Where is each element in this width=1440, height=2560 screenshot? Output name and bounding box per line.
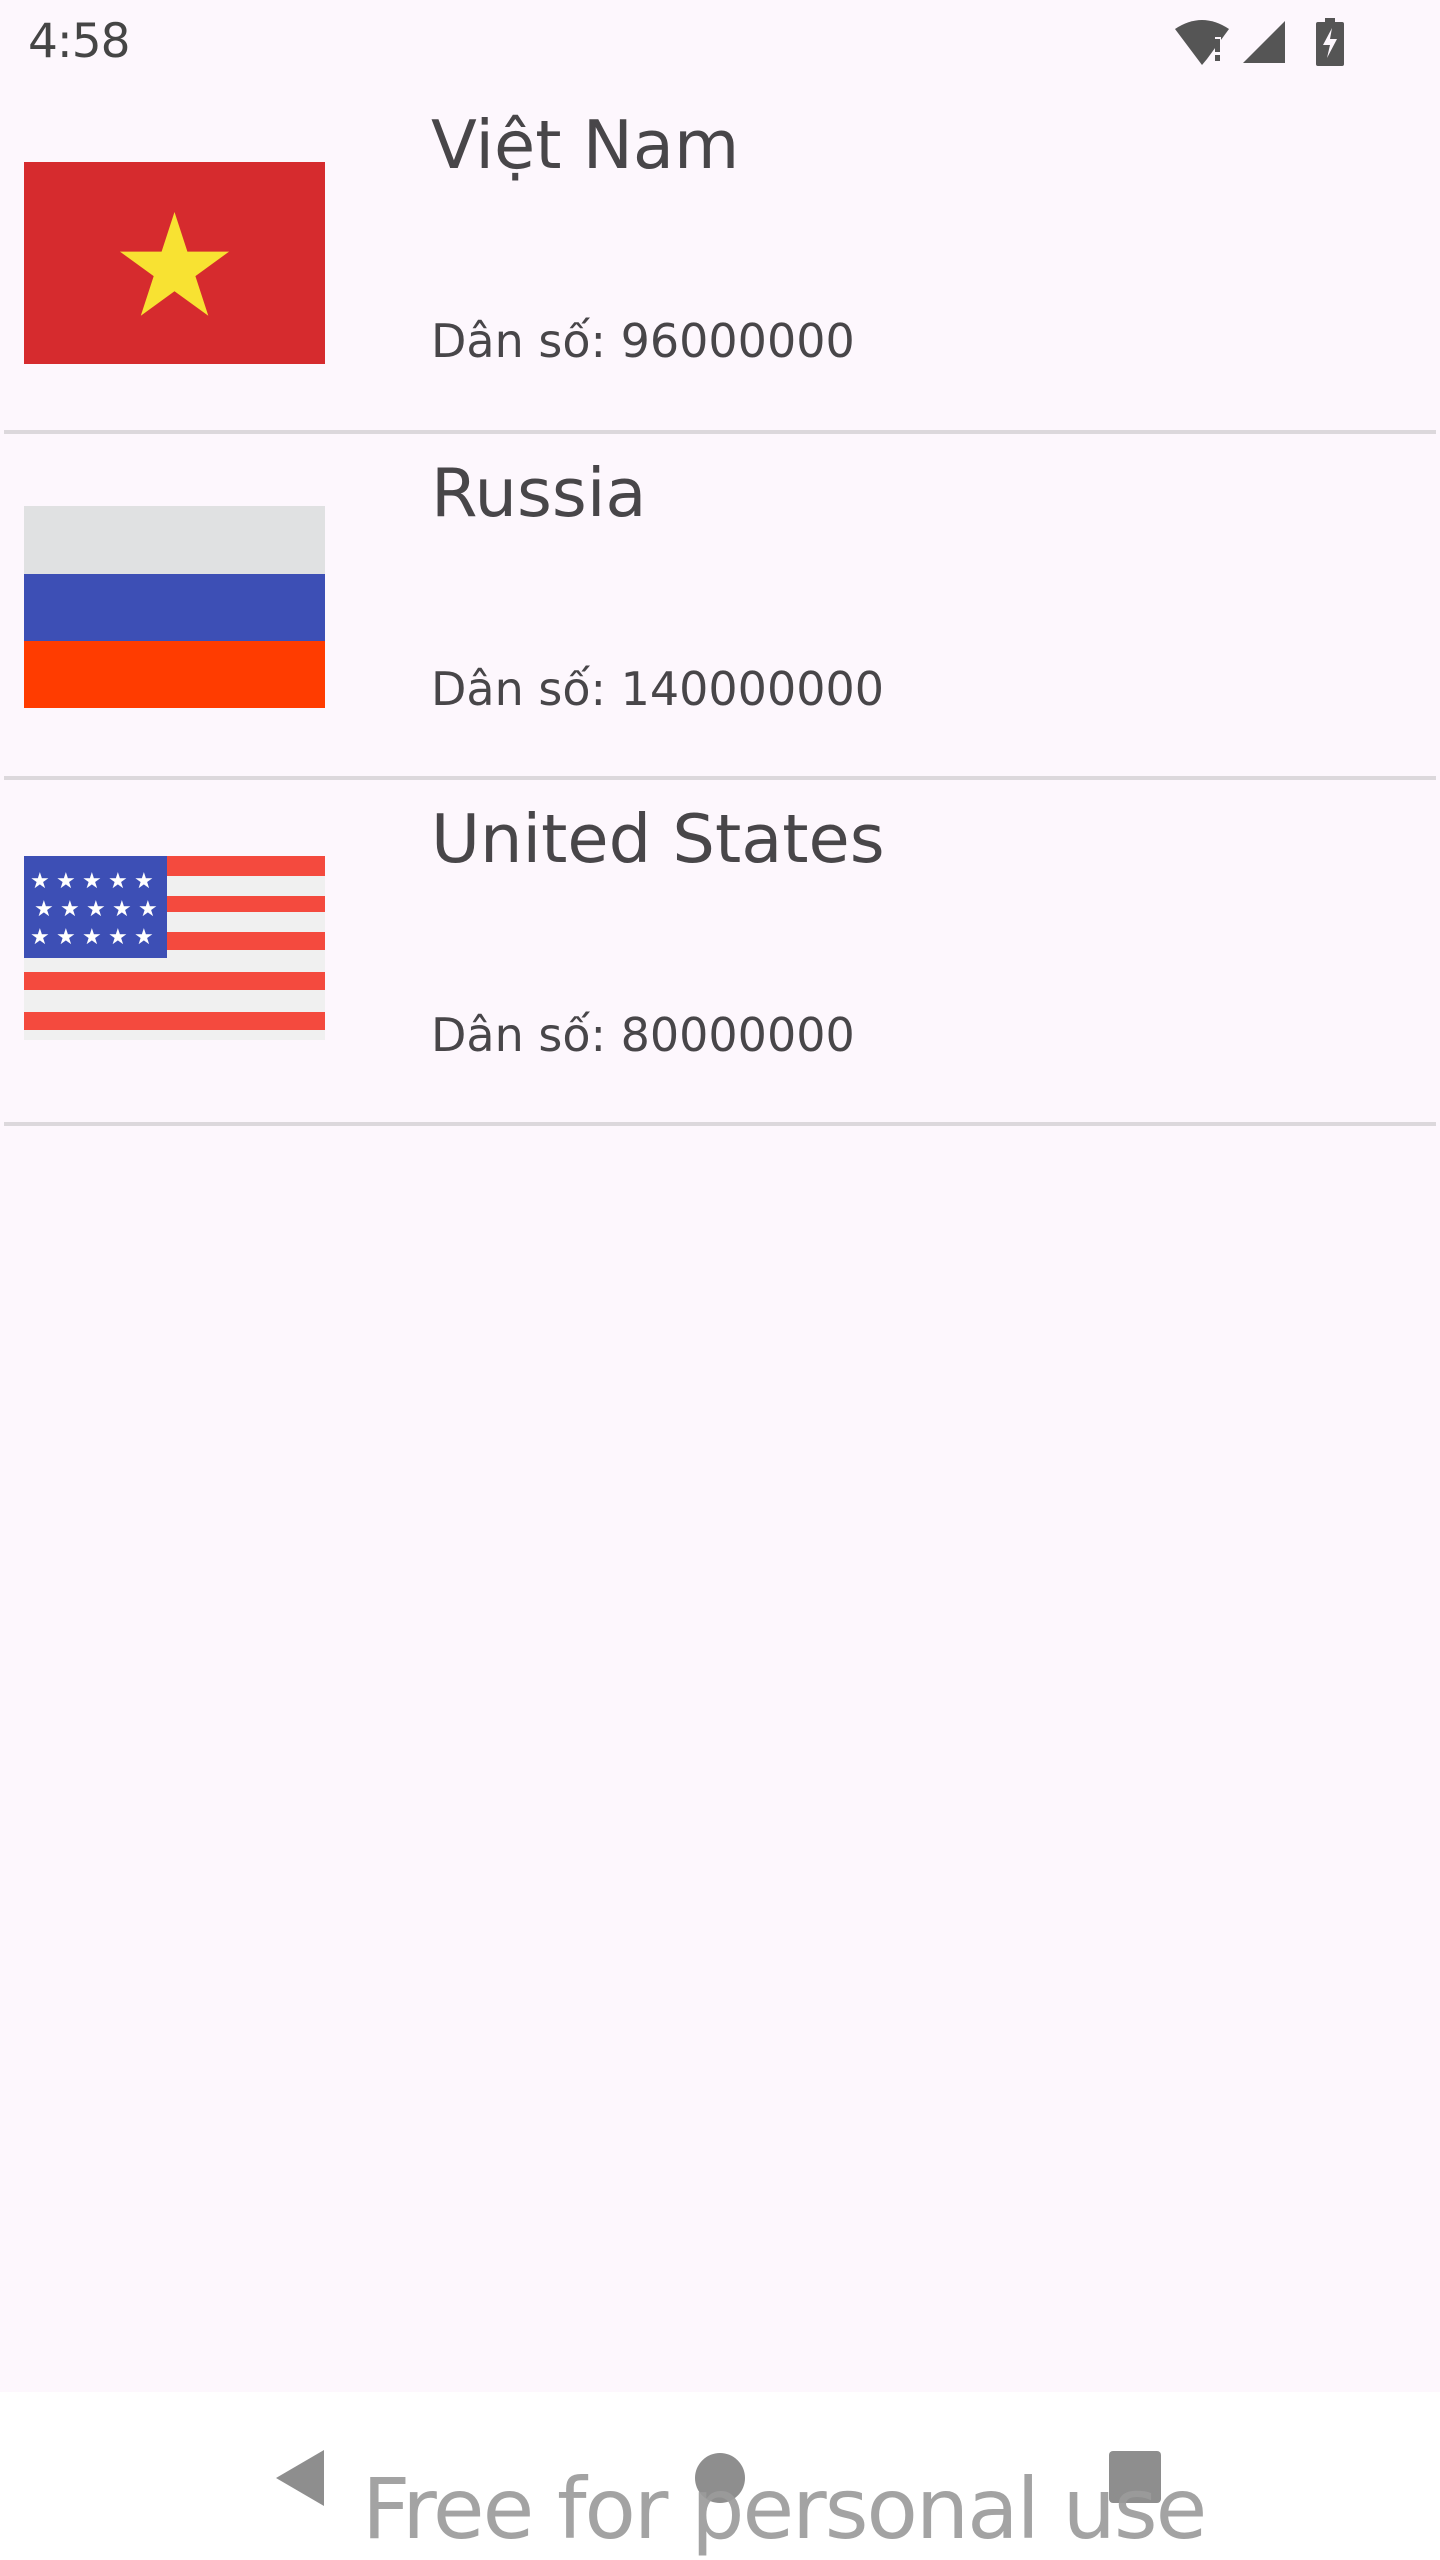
svg-text:★: ★ [82, 925, 102, 950]
svg-text:★: ★ [86, 897, 106, 922]
population-label: Dân số: 80000000 [431, 1008, 855, 1062]
watermark: Free for personal use [362, 2460, 1207, 2558]
vietnam-flag [24, 162, 325, 364]
svg-text:★: ★ [56, 925, 76, 950]
list-item[interactable]: Russia Dân số: 140000000 [4, 434, 1436, 780]
country-name: United States [431, 800, 885, 878]
svg-text:★: ★ [56, 869, 76, 894]
status-icons [1173, 18, 1345, 66]
battery-charging-icon [1315, 18, 1345, 66]
population-label: Dân số: 96000000 [431, 314, 855, 368]
svg-text:★: ★ [30, 869, 50, 894]
app-screen: 4:58 Việt Nam Dân số: 96000000 Russia Dâ… [0, 0, 1440, 2560]
population-label: Dân số: 140000000 [431, 662, 885, 716]
usa-flag: ★ ★ ★ ★ ★ ★ ★ ★ ★ ★ ★ ★ ★ ★ ★ [24, 856, 325, 1058]
svg-text:★: ★ [82, 869, 102, 894]
svg-text:★: ★ [138, 897, 158, 922]
svg-text:★: ★ [34, 897, 54, 922]
wifi-alert-icon [1173, 19, 1231, 65]
svg-text:★: ★ [134, 869, 154, 894]
list-item[interactable]: Việt Nam Dân số: 96000000 [4, 86, 1436, 434]
status-time: 4:58 [28, 14, 131, 69]
svg-text:★: ★ [60, 897, 80, 922]
svg-text:★: ★ [108, 925, 128, 950]
svg-text:★: ★ [134, 925, 154, 950]
status-bar: 4:58 [0, 0, 1440, 86]
country-name: Việt Nam [431, 106, 740, 184]
country-name: Russia [431, 454, 647, 532]
svg-text:★: ★ [112, 897, 132, 922]
svg-text:★: ★ [108, 869, 128, 894]
back-icon[interactable] [272, 2448, 328, 2513]
svg-text:★: ★ [30, 925, 50, 950]
cell-signal-icon [1241, 19, 1287, 65]
country-list: Việt Nam Dân số: 96000000 Russia Dân số:… [0, 86, 1440, 1126]
russia-flag [24, 506, 325, 708]
list-item[interactable]: ★ ★ ★ ★ ★ ★ ★ ★ ★ ★ ★ ★ ★ ★ ★ United States Dân số: … [4, 780, 1436, 1126]
